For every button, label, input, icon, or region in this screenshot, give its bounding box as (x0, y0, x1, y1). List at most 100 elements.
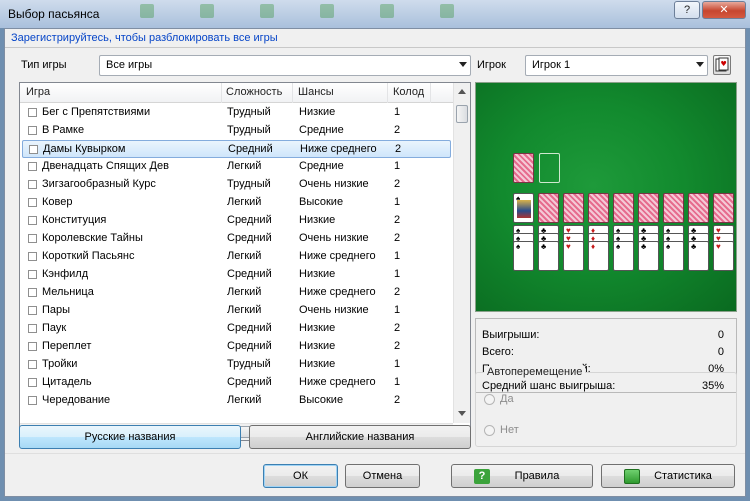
row-checkbox[interactable] (28, 324, 37, 333)
table-row[interactable]: Пары Легкий Очень низкие 1 (22, 302, 451, 320)
row-checkbox[interactable] (29, 145, 38, 154)
rules-button[interactable]: ? Правила (451, 464, 593, 488)
playing-card: ♠ (663, 241, 684, 271)
table-row[interactable]: Переплет Средний Низкие 2 (22, 338, 451, 356)
row-checkbox[interactable] (28, 360, 37, 369)
playing-card: ♣ (538, 241, 559, 271)
decks-cell: 2 (394, 124, 401, 136)
game-name-cell: Короткий Пасьянс (42, 250, 135, 262)
row-checkbox[interactable] (28, 342, 37, 351)
table-row[interactable]: Зигзагообразный Курс Трудный Очень низкие 2 (22, 176, 451, 194)
row-checkbox[interactable] (28, 180, 37, 189)
table-row[interactable]: Дамы Кувырком Средний Ниже среднего 2 (22, 140, 451, 158)
scroll-down-icon[interactable] (458, 411, 466, 416)
difficulty-cell: Трудный (227, 106, 271, 118)
game-name-cell: Двенадцать Спящих Дев (42, 160, 169, 172)
table-row[interactable]: Паук Средний Низкие 2 (22, 320, 451, 338)
difficulty-cell: Легкий (227, 304, 262, 316)
column-header-decks[interactable]: Колод (393, 86, 424, 98)
decks-cell: 1 (394, 250, 401, 262)
table-row[interactable]: Бег с Препятствиями Трудный Низкие 1 (22, 104, 451, 122)
chances-cell: Высокие (299, 394, 344, 406)
game-type-label: Тип игры (21, 59, 67, 71)
player-settings-button[interactable]: ♥ (713, 55, 731, 75)
decks-cell: 2 (394, 178, 401, 190)
difficulty-cell: Средний (227, 376, 272, 388)
table-row[interactable]: Цитадель Средний Ниже среднего 1 (22, 374, 451, 392)
card-back (513, 153, 534, 183)
row-checkbox[interactable] (28, 126, 37, 135)
card-back (563, 193, 584, 223)
difficulty-cell: Средний (227, 232, 272, 244)
difficulty-cell: Трудный (227, 124, 271, 136)
svg-text:♥: ♥ (721, 60, 727, 68)
row-checkbox[interactable] (28, 216, 37, 225)
vertical-scrollbar[interactable] (453, 83, 470, 423)
close-button[interactable]: ✕ (702, 1, 746, 19)
stat-value: 0 (717, 346, 724, 358)
card-back (688, 193, 709, 223)
table-row[interactable]: Двенадцать Спящих Дев Легкий Средние 1 (22, 158, 451, 176)
automove-yes-radio[interactable] (484, 394, 495, 405)
decks-cell: 2 (395, 143, 402, 155)
column-header-chances[interactable]: Шансы (298, 86, 334, 98)
row-checkbox[interactable] (28, 378, 37, 387)
chances-cell: Низкие (299, 268, 336, 280)
player-select[interactable]: Игрок 1 (525, 55, 708, 76)
row-checkbox[interactable] (28, 252, 37, 261)
vertical-scroll-thumb[interactable] (456, 105, 468, 123)
table-row[interactable]: В Рамке Трудный Средние 2 (22, 122, 451, 140)
difficulty-cell: Средний (228, 143, 273, 155)
english-names-button[interactable]: Английские названия (249, 425, 471, 449)
game-name-cell: Мельница (42, 286, 94, 298)
table-row[interactable]: Короткий Пасьянс Легкий Ниже среднего 1 (22, 248, 451, 266)
row-checkbox[interactable] (28, 396, 37, 405)
automove-no-radio[interactable] (484, 425, 495, 436)
column-header-game[interactable]: Игра (26, 86, 50, 98)
table-row[interactable]: Тройки Трудный Низкие 1 (22, 356, 451, 374)
ok-button[interactable]: ОК (263, 464, 338, 488)
decks-cell: 1 (394, 376, 401, 388)
game-name-cell: Чередование (42, 394, 111, 406)
help-button[interactable]: ? (674, 1, 700, 19)
row-checkbox[interactable] (28, 198, 37, 207)
game-type-value: Все игры (106, 59, 153, 71)
row-checkbox[interactable] (28, 108, 37, 117)
chances-cell: Очень низкие (299, 232, 369, 244)
register-unlock-link[interactable]: Зарегистрируйтесь, чтобы разблокировать … (11, 32, 278, 44)
table-row[interactable]: Мельница Легкий Ниже среднего 2 (22, 284, 451, 302)
difficulty-cell: Легкий (227, 196, 262, 208)
row-checkbox[interactable] (28, 288, 37, 297)
column-header-difficulty[interactable]: Сложность (226, 86, 282, 98)
decks-cell: 2 (394, 214, 401, 226)
playing-card: ♦ (588, 241, 609, 271)
scroll-up-icon[interactable] (458, 89, 466, 94)
table-row[interactable]: Кэнфилд Средний Низкие 1 (22, 266, 451, 284)
table-row[interactable]: Чередование Легкий Высокие 2 (22, 392, 451, 410)
chances-cell: Очень низкие (299, 178, 369, 190)
chances-cell: Очень низкие (299, 304, 369, 316)
stat-label: Выигрыши: (482, 329, 540, 341)
game-type-select[interactable]: Все игры (99, 55, 471, 76)
table-row[interactable]: Конституция Средний Низкие 2 (22, 212, 451, 230)
automove-yes-label: Да (500, 393, 514, 405)
player-value: Игрок 1 (532, 59, 571, 71)
difficulty-cell: Трудный (227, 358, 271, 370)
row-checkbox[interactable] (28, 234, 37, 243)
rules-icon: ? (474, 469, 490, 484)
row-checkbox[interactable] (28, 162, 37, 171)
row-checkbox[interactable] (28, 270, 37, 279)
title-bar: Выбор пасьянса ? ✕ (0, 0, 750, 28)
automove-title: Автоперемещение (484, 366, 586, 378)
russian-names-button[interactable]: Русские названия (19, 425, 241, 449)
game-name-cell: Тройки (42, 358, 78, 370)
table-row[interactable]: Ковер Легкий Высокие 1 (22, 194, 451, 212)
playing-card: ♥ (563, 241, 584, 271)
statistics-button[interactable]: Статистика (601, 464, 735, 488)
table-row[interactable]: Королевские Тайны Средний Очень низкие 2 (22, 230, 451, 248)
game-list[interactable]: Игра Сложность Шансы Колод Бег с Препятс… (19, 82, 471, 441)
game-name-cell: Бег с Препятствиями (42, 106, 151, 118)
cancel-button[interactable]: Отмена (345, 464, 420, 488)
row-checkbox[interactable] (28, 306, 37, 315)
difficulty-cell: Легкий (227, 286, 262, 298)
